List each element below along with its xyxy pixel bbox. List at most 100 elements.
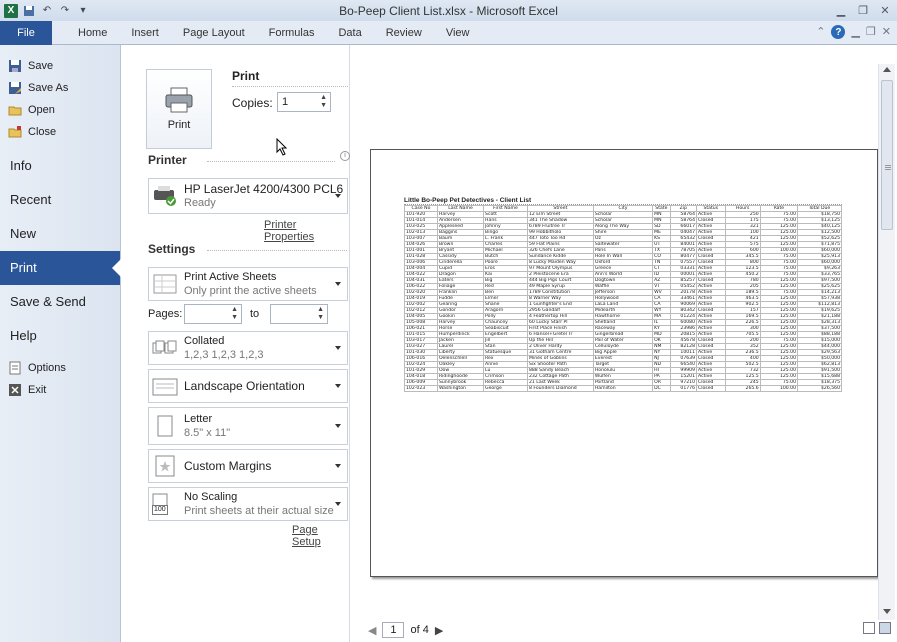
tab-view[interactable]: View [434,21,482,45]
chevron-down-icon [335,502,341,506]
printer-dropdown[interactable]: HP LaserJet 4200/4300 PCL6 Ready [148,178,348,214]
tab-home[interactable]: Home [66,21,119,45]
margins-dropdown[interactable]: Custom Margins [148,449,348,483]
spinner-arrows-icon[interactable]: ▲ ▼ [231,306,238,322]
nav-new[interactable]: New [0,217,120,251]
print-button-label: Print [167,119,191,131]
vertical-scrollbar[interactable] [878,64,895,620]
no-scaling-icon: 100 [152,493,178,515]
paper-size-sub: 8.5" x 11" [184,427,231,439]
tab-data[interactable]: Data [326,21,373,45]
collation-dropdown[interactable]: Collated 1,2,3 1,2,3 1,2,3 [148,331,348,365]
chevron-down-icon [335,464,341,468]
orientation-dropdown[interactable]: Landscape Orientation [148,369,348,403]
nav-recent[interactable]: Recent [0,183,120,217]
table-cell: Washington [436,385,485,392]
tab-insert[interactable]: Insert [119,21,171,45]
print-settings-pane: Print Print Copies: 1 ▲ ▼ Printer i HP La… [122,45,350,642]
excel-logo-icon[interactable]: X [4,3,18,18]
scroll-up-icon[interactable] [883,67,891,72]
close-window-icon[interactable]: ✕ [877,3,893,17]
ribbon-tabs: File Home Insert Page Layout Formulas Da… [0,20,897,45]
save-as-icon [8,81,22,95]
save-icon[interactable] [22,4,36,18]
nav-open[interactable]: Open [0,99,120,121]
doc-minimize-icon[interactable]: ▁ [851,25,859,39]
table-cell: Closed [696,385,726,392]
open-folder-icon [8,103,22,117]
copies-spinner[interactable]: 1 ▲ ▼ [277,92,331,112]
chevron-down-icon [335,282,341,286]
nav-exit-label: Exit [28,384,47,396]
backstage-nav: Save Save As Open Close Info Recent New … [0,45,121,642]
tab-file[interactable]: File [0,20,52,45]
pages-to-input[interactable]: ▲ ▼ [270,304,328,324]
spinner-arrows-icon[interactable]: ▲ ▼ [317,306,324,322]
page-total: of 4 [410,624,429,636]
nav-print[interactable]: Print [0,251,121,285]
window-title: Bo-Peep Client List.xlsx - Microsoft Exc… [339,3,558,18]
table-cell: 100.00 [759,385,799,392]
title-bar: X ↶ ↷ ▾ Bo-Peep Client List.xlsx - Micro… [0,0,897,21]
current-page-input[interactable]: 1 [382,622,405,638]
nav-close[interactable]: Close [0,121,120,143]
undo-icon[interactable]: ↶ [40,4,54,18]
tab-review[interactable]: Review [374,21,434,45]
restore-icon[interactable]: ❐ [855,3,871,17]
print-what-sub: Only print the active sheets [184,285,317,297]
paper-size-dropdown[interactable]: Letter 8.5" x 11" [148,407,348,445]
nav-exit[interactable]: Exit [0,379,120,401]
collation-main: Collated [184,335,225,347]
pages-from-input[interactable]: ▲ ▼ [184,304,242,324]
printer-properties-link[interactable]: Printer Properties [264,219,349,243]
print-what-dropdown[interactable]: Print Active Sheets Only print the activ… [148,267,348,301]
show-margins-icon[interactable] [863,622,875,634]
tab-page-layout[interactable]: Page Layout [171,21,257,45]
printer-status: Ready [184,197,216,209]
table-cell: 01776 [669,385,698,392]
nav-info[interactable]: Info [0,149,120,183]
landscape-icon [152,378,178,396]
nav-close-label: Close [28,126,57,138]
nav-save-send[interactable]: Save & Send [0,285,120,319]
chevron-down-icon [335,346,341,350]
paper-size-main: Letter [184,413,213,425]
custom-margins-icon [155,455,175,477]
page-setup-link[interactable]: Page Setup [292,524,349,548]
minimize-ribbon-icon[interactable]: ⌃ [816,25,825,39]
prev-page-icon[interactable]: ◀ [368,624,376,637]
help-icon[interactable]: ? [831,25,846,39]
nav-save-as[interactable]: Save As [0,77,120,99]
printer-ready-icon [154,186,176,206]
nav-save[interactable]: Save [0,55,120,77]
print-heading: Print [232,69,260,83]
collated-icon [152,340,177,354]
print-button[interactable]: Print [146,69,212,149]
scaling-dropdown[interactable]: 100 No Scaling Print sheets at their act… [148,487,348,521]
scroll-down-icon[interactable] [883,609,891,614]
next-page-icon[interactable]: ▶ [435,624,443,637]
scroll-thumb[interactable] [881,80,893,230]
preview-page: Little Bo-Peep Pet Detectives - Client L… [370,149,878,577]
redo-icon[interactable]: ↷ [58,4,72,18]
nav-open-label: Open [28,104,55,116]
tab-formulas[interactable]: Formulas [257,21,327,45]
table-cell: 102-023 [404,385,438,392]
table-cell: $26,560 [797,385,842,392]
doc-restore-icon[interactable]: ❐ [866,25,876,39]
customize-toolbar-icon[interactable]: ▾ [76,4,90,18]
minimize-icon[interactable]: ▁ [833,3,849,17]
spinner-arrows-icon[interactable]: ▲ ▼ [320,94,327,110]
scaling-main: No Scaling [184,491,238,503]
scaling-sub: Print sheets at their actual size [184,505,334,517]
nav-options[interactable]: Options [0,357,120,379]
print-preview: Little Bo-Peep Pet Detectives - Client L… [351,45,897,642]
zoom-to-page-icon[interactable] [879,622,891,634]
printer-icon [165,87,193,113]
copies-label: Copies: [232,96,273,110]
doc-close-icon[interactable]: ✕ [882,25,891,39]
info-icon[interactable]: i [340,151,350,161]
nav-help[interactable]: Help [0,319,120,353]
collation-sub: 1,2,3 1,2,3 1,2,3 [184,349,264,361]
chevron-down-icon [335,424,341,428]
